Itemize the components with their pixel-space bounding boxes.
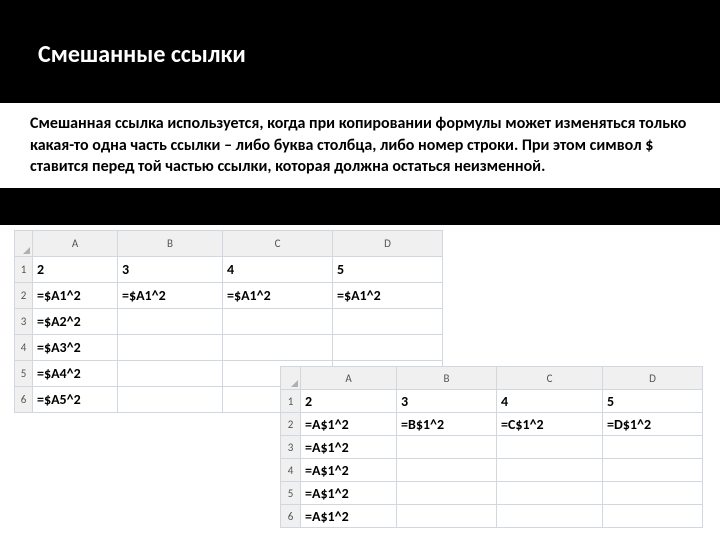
select-all-corner[interactable]: [15, 231, 33, 257]
cell[interactable]: =$A1^2: [223, 283, 333, 309]
cell[interactable]: 5: [333, 257, 443, 283]
cell[interactable]: 2: [33, 257, 118, 283]
cell[interactable]: [603, 436, 703, 459]
spreadsheet-2: A B C D 12345 2=A$1^2=B$1^2=C$1^2=D$1^2 …: [280, 366, 703, 528]
row-header[interactable]: 5: [281, 482, 301, 505]
col-header[interactable]: D: [333, 231, 443, 257]
cell[interactable]: 5: [603, 390, 703, 413]
cell[interactable]: 3: [397, 390, 497, 413]
cell[interactable]: 4: [223, 257, 333, 283]
cell[interactable]: =A$1^2: [301, 436, 397, 459]
cell[interactable]: =A$1^2: [301, 459, 397, 482]
cell[interactable]: [603, 459, 703, 482]
cell[interactable]: [397, 505, 497, 528]
cell[interactable]: [118, 335, 223, 361]
col-header[interactable]: B: [397, 367, 497, 390]
cell[interactable]: [397, 459, 497, 482]
cell[interactable]: [118, 309, 223, 335]
cell[interactable]: =D$1^2: [603, 413, 703, 436]
cell[interactable]: [603, 505, 703, 528]
slide-description: Смешанная ссылка используется, когда при…: [0, 103, 720, 188]
cell[interactable]: 3: [118, 257, 223, 283]
cell[interactable]: 2: [301, 390, 397, 413]
cell[interactable]: =C$1^2: [497, 413, 603, 436]
cell[interactable]: =$A1^2: [33, 283, 118, 309]
cell[interactable]: [397, 482, 497, 505]
cell[interactable]: =A$1^2: [301, 413, 397, 436]
cell[interactable]: [603, 482, 703, 505]
col-header[interactable]: C: [223, 231, 333, 257]
cell[interactable]: [118, 361, 223, 387]
cell[interactable]: [223, 309, 333, 335]
col-header[interactable]: C: [497, 367, 603, 390]
row-header[interactable]: 4: [15, 335, 33, 361]
row-header[interactable]: 5: [15, 361, 33, 387]
cell[interactable]: =$A1^2: [333, 283, 443, 309]
cell[interactable]: [118, 387, 223, 413]
cell[interactable]: [497, 505, 603, 528]
cell[interactable]: [397, 436, 497, 459]
cell[interactable]: =$A3^2: [33, 335, 118, 361]
cell[interactable]: [333, 335, 443, 361]
row-header[interactable]: 3: [15, 309, 33, 335]
cell[interactable]: 4: [497, 390, 603, 413]
cell[interactable]: =B$1^2: [397, 413, 497, 436]
col-header[interactable]: B: [118, 231, 223, 257]
col-header[interactable]: D: [603, 367, 703, 390]
row-header[interactable]: 4: [281, 459, 301, 482]
row-header[interactable]: 1: [281, 390, 301, 413]
cell[interactable]: [223, 335, 333, 361]
cell[interactable]: =A$1^2: [301, 482, 397, 505]
row-header[interactable]: 3: [281, 436, 301, 459]
cell[interactable]: [333, 309, 443, 335]
cell[interactable]: =$A2^2: [33, 309, 118, 335]
cell[interactable]: =A$1^2: [301, 505, 397, 528]
cell[interactable]: =$A5^2: [33, 387, 118, 413]
cell[interactable]: =$A4^2: [33, 361, 118, 387]
col-header[interactable]: A: [33, 231, 118, 257]
row-header[interactable]: 2: [15, 283, 33, 309]
slide-title: Смешанные ссылки: [0, 0, 720, 69]
cell[interactable]: =$A1^2: [118, 283, 223, 309]
select-all-corner[interactable]: [281, 367, 301, 390]
row-header[interactable]: 6: [15, 387, 33, 413]
cell[interactable]: [497, 482, 603, 505]
row-header[interactable]: 2: [281, 413, 301, 436]
col-header[interactable]: A: [301, 367, 397, 390]
cell[interactable]: [497, 436, 603, 459]
row-header[interactable]: 1: [15, 257, 33, 283]
cell[interactable]: [497, 459, 603, 482]
row-header[interactable]: 6: [281, 505, 301, 528]
